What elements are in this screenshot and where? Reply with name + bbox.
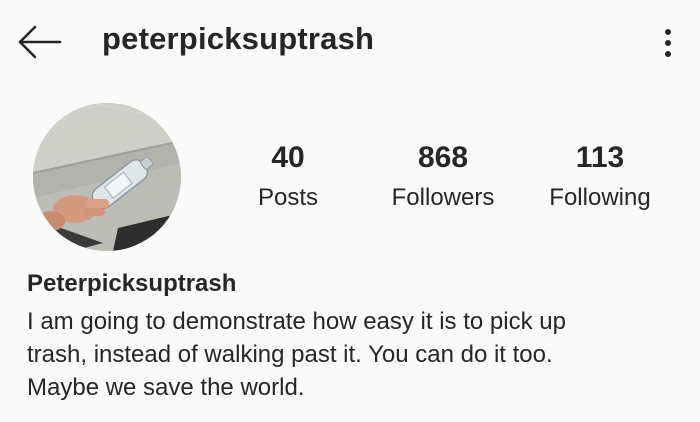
following-label: Following: [549, 184, 651, 211]
profile-bio: I am going to demonstrate how easy it is…: [27, 305, 667, 404]
avatar-photo: [33, 103, 181, 251]
stat-following[interactable]: 113 Following: [535, 140, 665, 213]
bio-line: trash, instead of walking past it. You c…: [27, 341, 553, 368]
more-vertical-icon: [665, 29, 671, 35]
profile-avatar[interactable]: [33, 103, 181, 251]
bio-line: I am going to demonstrate how easy it is…: [27, 308, 566, 335]
following-count: 113: [575, 141, 625, 174]
posts-count: 40: [271, 141, 305, 174]
arrow-left-icon: [18, 25, 62, 59]
bio-line: Maybe we save the world.: [27, 374, 305, 401]
stat-posts[interactable]: 40 Posts: [238, 140, 338, 213]
profile-display-name: Peterpicksuptrash: [27, 270, 237, 297]
posts-label: Posts: [257, 184, 319, 211]
followers-count: 868: [417, 141, 469, 174]
more-vertical-icon-dot: [665, 40, 671, 46]
back-button[interactable]: [14, 22, 64, 62]
more-vertical-icon-dot: [665, 51, 671, 57]
stat-followers[interactable]: 868 Followers: [378, 140, 508, 213]
more-options-button[interactable]: [654, 20, 682, 66]
profile-username-title: peterpicksuptrash: [102, 21, 375, 56]
top-bar: peterpicksuptrash: [0, 0, 700, 84]
followers-label: Followers: [391, 184, 495, 211]
